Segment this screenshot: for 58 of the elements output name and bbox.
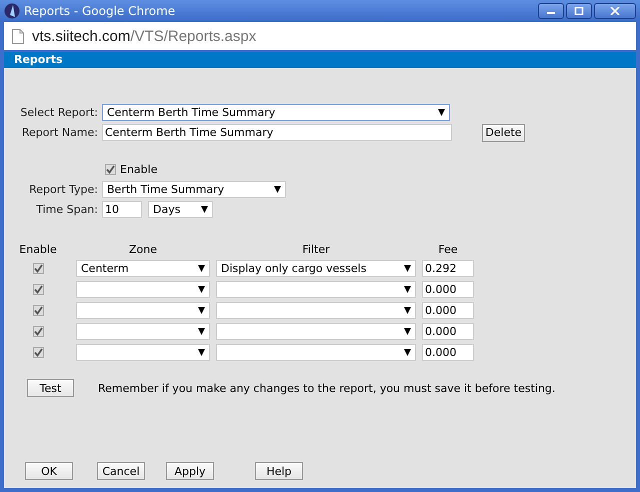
dropdown-arrow-icon	[404, 286, 411, 293]
url-text: vts.siitech.com/VTS/Reports.aspx	[32, 28, 256, 44]
close-icon	[610, 7, 620, 15]
minimize-button[interactable]	[538, 3, 564, 19]
fee-field[interactable]: 0.000	[422, 302, 474, 319]
zone-dropdown[interactable]: Centerm	[76, 260, 210, 277]
column-header: Filter	[301, 243, 331, 256]
dropdown-arrow-icon	[404, 265, 411, 272]
field-label: Report Type:	[28, 183, 99, 196]
fee-field[interactable]: 0.292	[422, 260, 474, 277]
dialog-button[interactable]: Apply	[166, 462, 214, 480]
column-header: Fee	[437, 243, 459, 256]
fee-field[interactable]: 0.000	[422, 281, 474, 298]
header-title: Reports	[14, 53, 63, 66]
note-text: Remember if you make any changes to the report, you must save it before testing.	[98, 382, 556, 394]
unit-dropdown[interactable]: Days	[148, 201, 213, 218]
column-header: Enable	[18, 243, 58, 256]
fee-field[interactable]: 0.000	[422, 323, 474, 340]
fee-field[interactable]: 0.000	[422, 344, 474, 361]
test-button[interactable]: Test	[27, 379, 74, 397]
dropdown-arrow-icon	[198, 307, 205, 314]
dropdown-arrow-icon	[274, 186, 281, 193]
dropdown-arrow-icon	[404, 349, 411, 356]
input-field[interactable]: Centerm Berth Time Summary	[102, 124, 452, 141]
close-button[interactable]	[594, 3, 636, 19]
maximize-button[interactable]	[566, 3, 592, 19]
checkbox[interactable]	[32, 326, 44, 337]
dropdown-arrow-icon	[404, 328, 411, 335]
report-dropdown[interactable]: Centerm Berth Time Summary	[102, 104, 450, 121]
input-field[interactable]: 10	[102, 201, 142, 218]
field-label: Report Name:	[20, 126, 99, 139]
app-logo-icon	[4, 3, 20, 19]
dropdown-arrow-icon	[198, 265, 205, 272]
dropdown-arrow-icon	[438, 109, 445, 116]
dropdown-arrow-icon	[404, 307, 411, 314]
page-icon	[12, 28, 24, 44]
checkbox[interactable]	[32, 284, 44, 295]
dialog-button[interactable]: Help	[255, 462, 303, 480]
report-type-dropdown[interactable]: Berth Time Summary	[102, 181, 286, 198]
dialog-button[interactable]: OK	[25, 462, 73, 480]
dropdown-arrow-icon	[201, 206, 208, 213]
checkbox[interactable]	[32, 305, 44, 316]
dialog-button[interactable]: Cancel	[97, 462, 145, 480]
column-header: Zone	[128, 243, 158, 256]
address-bar[interactable]: vts.siitech.com/VTS/Reports.aspx	[4, 22, 636, 50]
window-title: Reports - Google Chrome	[24, 4, 176, 18]
checkbox-label: Enable	[120, 163, 158, 176]
dropdown-arrow-icon	[198, 328, 205, 335]
dropdown-arrow-icon	[198, 349, 205, 356]
dropdown-arrow-icon	[198, 286, 205, 293]
field-label: Select Report:	[19, 106, 99, 119]
field-label: Time Span:	[35, 203, 99, 216]
checkbox[interactable]	[32, 263, 44, 274]
maximize-icon	[574, 7, 584, 15]
delete-button[interactable]: Delete	[482, 124, 525, 142]
checkbox[interactable]	[32, 347, 44, 358]
filter-dropdown[interactable]: Display only cargo vessels	[216, 260, 416, 277]
checkbox[interactable]	[105, 164, 116, 175]
